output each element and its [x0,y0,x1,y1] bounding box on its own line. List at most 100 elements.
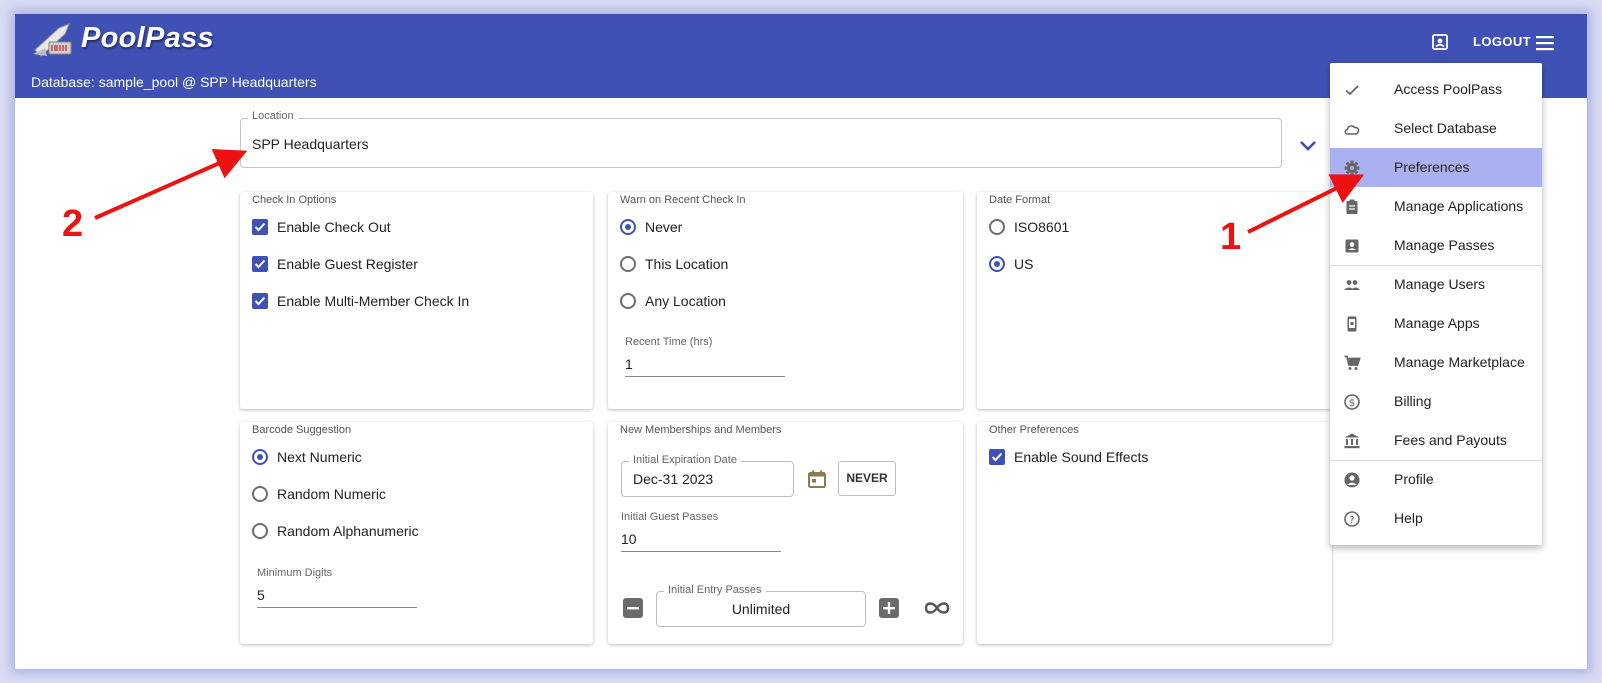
radio-selected-icon[interactable] [989,256,1005,272]
minus-icon [627,607,639,610]
poolpass-logo-icon [33,23,72,57]
svg-text:?: ? [1349,515,1354,526]
checkbox-checked-icon[interactable] [252,256,268,272]
menu-item-label: Manage Passes [1394,237,1495,253]
expiration-date-field[interactable]: Initial Expiration Date Dec-31 2023 [621,454,794,497]
menu-item-fees-and-payouts[interactable]: Fees and Payouts [1330,421,1542,460]
menu-item-help[interactable]: ? Help [1330,499,1542,538]
app-brand: PoolPass [81,22,214,54]
increment-button[interactable] [879,598,899,618]
radio-selected-icon[interactable] [620,219,636,235]
clipboard-icon [1346,199,1358,214]
radio-next-numeric[interactable]: Next Numeric [252,446,362,468]
bank-icon [1344,433,1360,449]
svg-text:$: $ [1349,398,1355,409]
card-title: Warn on Recent Check In [620,194,746,206]
radio-any-location[interactable]: Any Location [620,290,726,312]
checkbox-enable-multi-member[interactable]: Enable Multi-Member Check In [252,290,469,312]
hamburger-menu-icon[interactable] [1534,32,1556,54]
gear-icon [1344,160,1360,176]
cart-icon [1344,355,1361,370]
recent-time-label: Recent Time (hrs) [625,336,713,348]
option-label: Next Numeric [277,449,362,465]
menu-item-label: Fees and Payouts [1394,432,1507,448]
radio-never[interactable]: Never [620,216,682,238]
card-title: Barcode Suggestion [252,424,352,436]
logout-button[interactable]: LOGOUT [1473,34,1531,49]
menu-item-manage-apps[interactable]: Manage Apps [1330,304,1542,343]
account-box-icon[interactable] [1431,33,1449,51]
menu-item-label: Manage Marketplace [1394,354,1525,370]
radio-selected-icon[interactable] [252,449,268,465]
entry-passes-value: Unlimited [731,601,791,617]
radio-unselected-icon[interactable] [252,523,268,539]
radio-unselected-icon[interactable] [252,486,268,502]
menu-item-manage-passes[interactable]: Manage Passes [1330,226,1542,265]
check-in-options-card: Check In Options Enable Check Out Enable… [240,192,593,409]
menu-item-label: Access PoolPass [1394,81,1503,97]
entry-passes-field[interactable]: Initial Entry Passes Unlimited [656,584,866,627]
expiration-date-label: Initial Expiration Date [629,454,741,466]
guest-passes-input[interactable]: 10 [621,529,781,552]
checkbox-checked-icon[interactable] [989,449,1005,465]
option-label: Enable Check Out [277,219,391,235]
entry-passes-label: Initial Entry Passes [664,584,766,596]
menu-item-label: Select Database [1394,120,1497,136]
menu-item-select-database[interactable]: Select Database [1330,109,1542,148]
checkbox-enable-guest-register[interactable]: Enable Guest Register [252,253,418,275]
checkbox-enable-check-out[interactable]: Enable Check Out [252,216,391,238]
radio-random-numeric[interactable]: Random Numeric [252,483,386,505]
checkbox-checked-icon[interactable] [252,219,268,235]
card-title: Other Preferences [989,424,1079,436]
chevron-down-icon[interactable] [1297,134,1319,156]
option-label: Random Alphanumeric [277,523,419,539]
annotation-number-1: 1 [1220,216,1242,258]
annotation-number-2: 2 [62,203,84,245]
help-icon: ? [1344,511,1360,527]
decrement-button[interactable] [623,598,643,618]
dollar-icon: $ [1344,394,1360,410]
database-label: Database: sample_pool @ SPP Headquarters [31,74,317,90]
option-label: Enable Sound Effects [1014,449,1149,465]
menu-item-label: Manage Users [1394,276,1486,292]
radio-iso8601[interactable]: ISO8601 [989,216,1069,238]
minimum-digits-label: Minimum Digits [257,567,333,579]
radio-unselected-icon[interactable] [620,256,636,272]
calendar-icon[interactable] [806,468,828,490]
location-select[interactable]: Location SPP Headquarters [240,110,1282,168]
account-icon [1344,472,1360,488]
recent-time-input[interactable]: 1 [625,354,785,377]
menu-item-profile[interactable]: Profile [1330,460,1542,499]
menu-item-manage-marketplace[interactable]: Manage Marketplace [1330,343,1542,382]
never-button[interactable]: NEVER [838,461,896,496]
option-label: Any Location [645,293,726,309]
minimum-digits-value: 5 [257,587,265,603]
checkbox-enable-sound-effects[interactable]: Enable Sound Effects [989,446,1148,468]
other-preferences-card: Other Preferences Enable Sound Effects [977,422,1332,644]
option-label: Enable Guest Register [277,256,418,272]
menu-item-manage-applications[interactable]: Manage Applications [1330,187,1542,226]
menu-item-label: Manage Applications [1394,198,1524,214]
menu-item-billing[interactable]: $ Billing [1330,382,1542,421]
radio-random-alphanumeric[interactable]: Random Alphanumeric [252,520,419,542]
infinity-icon[interactable] [922,598,952,618]
menu-item-access-poolpass[interactable]: Access PoolPass [1330,70,1542,109]
location-value: SPP Headquarters [252,136,369,152]
option-label: Random Numeric [277,486,386,502]
new-memberships-card: New Memberships and Members Initial Expi… [608,422,963,644]
menu-item-label: Manage Apps [1394,315,1480,331]
cloud-icon [1344,125,1360,135]
radio-unselected-icon[interactable] [620,293,636,309]
radio-this-location[interactable]: This Location [620,253,728,275]
radio-unselected-icon[interactable] [989,219,1005,235]
warn-recent-check-in-card: Warn on Recent Check In Never This Locat… [608,192,963,409]
menu-item-label: Billing [1394,393,1432,409]
menu-item-manage-users[interactable]: Manage Users [1330,265,1542,304]
checkbox-checked-icon[interactable] [252,293,268,309]
card-title: Date Format [989,194,1051,206]
minimum-digits-input[interactable]: 5 [257,585,417,608]
radio-us[interactable]: US [989,253,1033,275]
menu-item-preferences[interactable]: Preferences [1330,148,1542,187]
option-label: Never [645,219,683,235]
guest-passes-value: 10 [621,531,637,547]
